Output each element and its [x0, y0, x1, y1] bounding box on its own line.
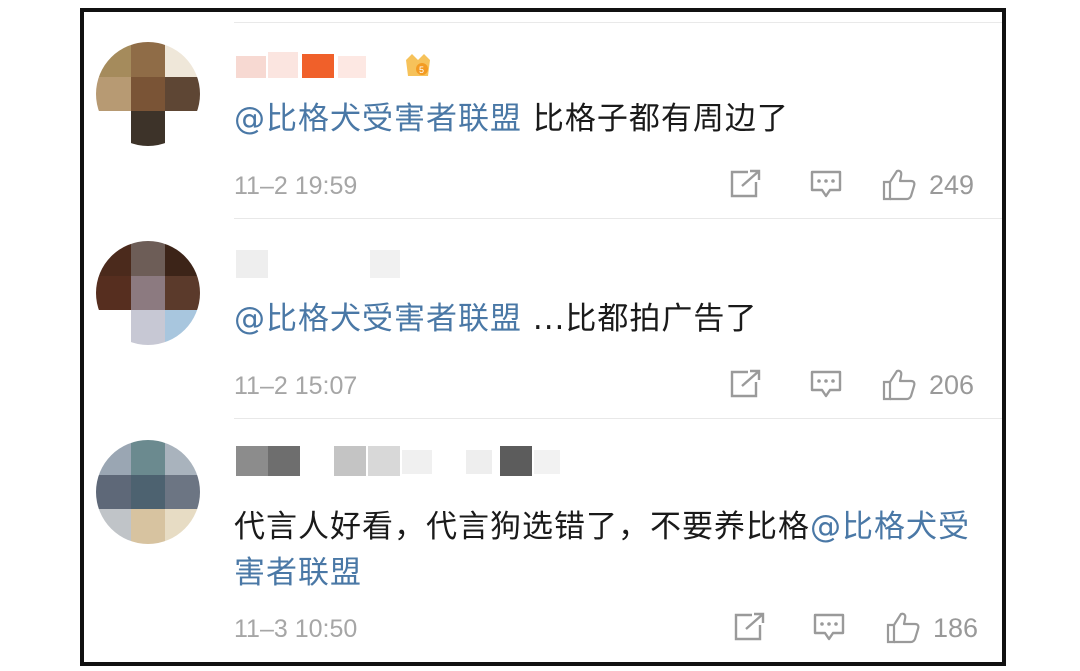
comment-body: ...比都拍广告了	[522, 301, 758, 337]
comment-list-screenshot: 5 @比格犬受害者联盟 比格子都有周边了 11–2 19:59 249 @比格犬…	[80, 8, 1006, 666]
comment-body: 代言人好看，代言狗选错了，不要养比格	[234, 509, 810, 545]
comment-text: @比格犬受害者联盟 ...比都拍广告了	[234, 296, 982, 342]
comment-icon[interactable]	[808, 368, 844, 400]
top-divider	[234, 22, 1002, 23]
vip-badge-icon: 5	[402, 52, 434, 80]
like-count: 249	[929, 170, 975, 200]
comment-body: 比格子都有周边了	[522, 101, 789, 137]
share-icon[interactable]	[728, 168, 764, 200]
mention-link[interactable]: @比格犬受害者联盟	[234, 101, 522, 137]
thumbs-up-icon[interactable]	[885, 611, 921, 644]
share-icon[interactable]	[732, 611, 768, 643]
timestamp: 11–2 15:07	[234, 372, 358, 400]
divider	[234, 418, 1002, 419]
share-icon[interactable]	[728, 368, 764, 400]
svg-text:5: 5	[419, 65, 424, 75]
thumbs-up-icon[interactable]	[881, 168, 917, 201]
comment-icon[interactable]	[808, 168, 844, 200]
thumbs-up-icon[interactable]	[881, 368, 917, 401]
avatar[interactable]	[96, 42, 200, 146]
comment-text: 代言人好看，代言狗选错了，不要养比格@比格犬受害者联盟	[234, 504, 972, 596]
avatar[interactable]	[96, 241, 200, 345]
timestamp: 11–3 10:50	[234, 615, 358, 643]
like-count: 186	[933, 613, 979, 643]
comment-meta: 11–2 15:07 206	[234, 364, 1002, 404]
comment-text: @比格犬受害者联盟 比格子都有周边了	[234, 96, 982, 142]
divider	[234, 218, 1002, 219]
mention-link[interactable]: @比格犬受害者联盟	[234, 301, 522, 337]
timestamp: 11–2 19:59	[234, 172, 358, 200]
avatar[interactable]	[96, 440, 200, 544]
comment-icon[interactable]	[811, 611, 847, 643]
comment-meta: 11–2 19:59 249	[234, 164, 1002, 204]
like-count: 206	[929, 370, 975, 400]
comment-meta: 11–3 10:50 186	[234, 607, 1002, 647]
